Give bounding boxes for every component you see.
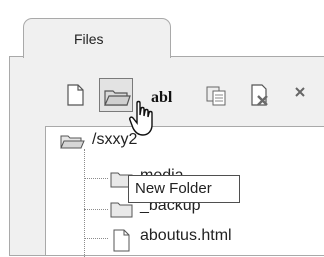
html-file-icon (113, 229, 130, 252)
tree-connector (84, 178, 108, 179)
copy-icon (206, 86, 226, 106)
tree-connector (84, 149, 85, 257)
tooltip: New Folder (128, 175, 240, 203)
tab-files-label: Files (74, 31, 104, 47)
delete-button[interactable] (244, 78, 278, 112)
open-folder-icon (60, 135, 85, 149)
hand-cursor-icon (129, 100, 153, 136)
new-file-button[interactable] (58, 78, 92, 112)
delete-icon (251, 84, 268, 106)
new-file-icon (67, 84, 84, 106)
more-button[interactable] (286, 78, 320, 112)
tooltip-text: New Folder (135, 180, 212, 197)
more-icon (295, 87, 305, 97)
copy-button[interactable] (200, 78, 234, 112)
tab-files[interactable]: Files (23, 18, 171, 58)
tree-connector (84, 209, 108, 210)
tree-item-label: aboutus.html (140, 227, 232, 244)
tree-connector (84, 238, 108, 239)
